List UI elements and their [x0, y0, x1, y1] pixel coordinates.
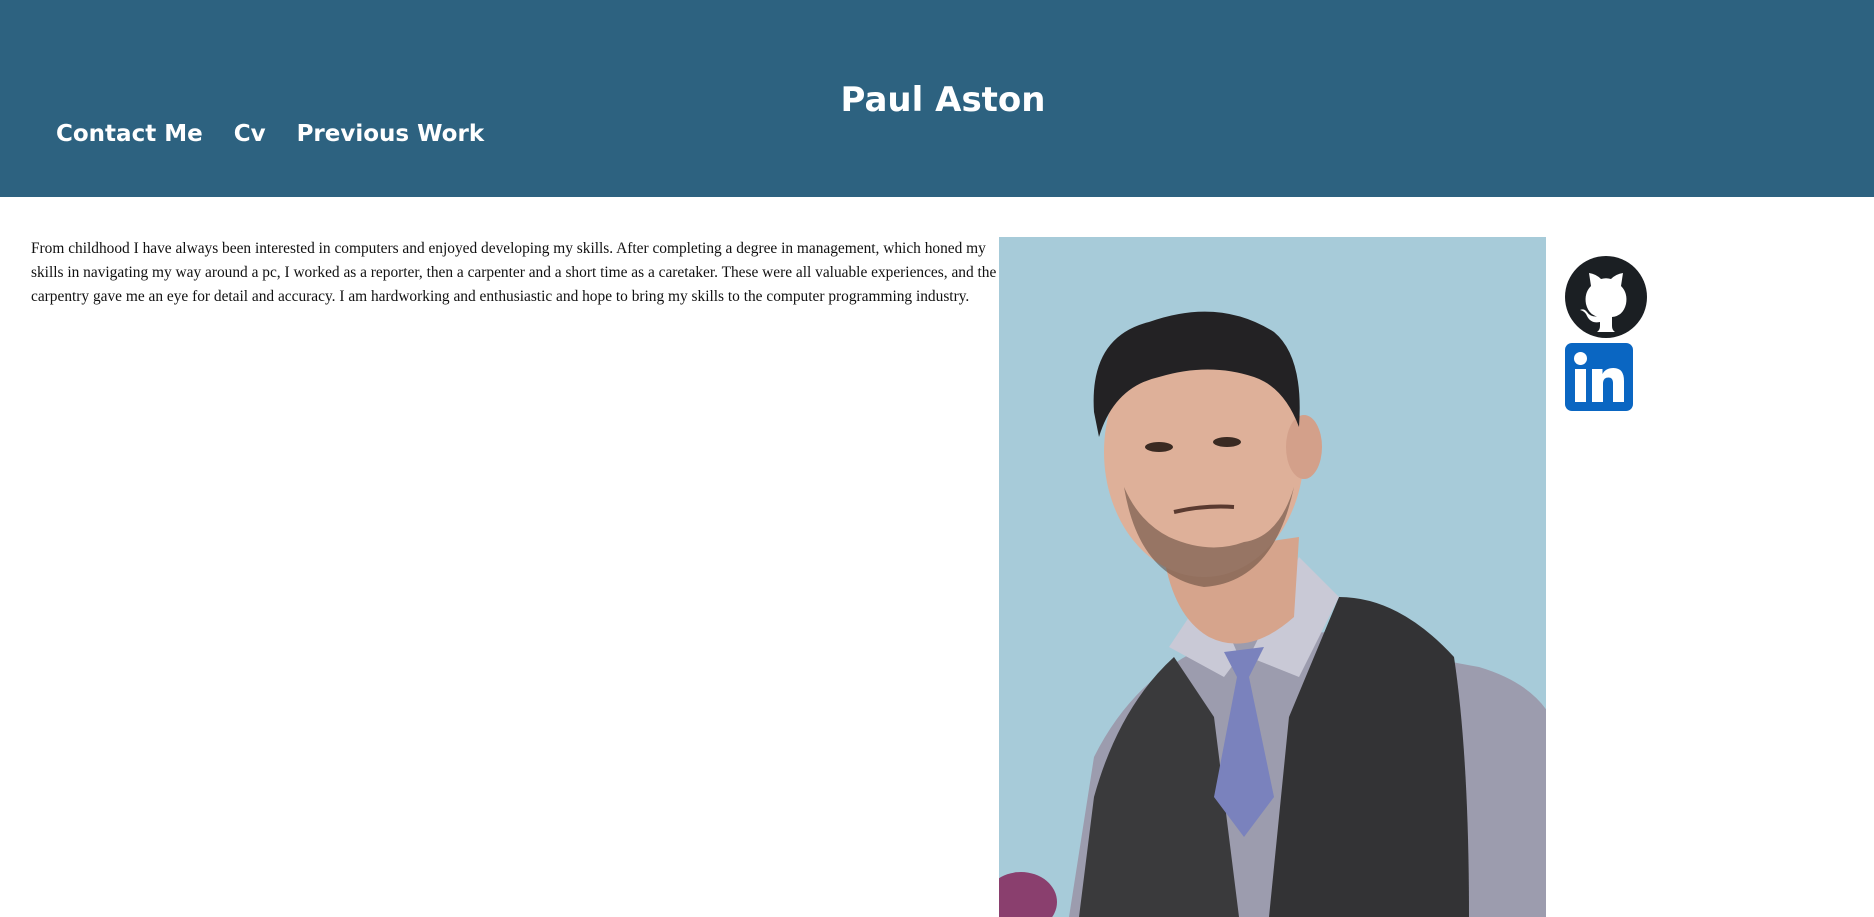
github-icon: [1565, 256, 1647, 338]
main-nav: Contact Me Cv Previous Work: [56, 117, 484, 151]
nav-link-previous-work[interactable]: Previous Work: [297, 117, 485, 151]
nav-link-cv[interactable]: Cv: [234, 117, 266, 151]
nav-link-contact-me[interactable]: Contact Me: [56, 117, 203, 151]
profile-photo: [999, 237, 1546, 917]
github-link[interactable]: [1565, 256, 1647, 338]
bio-paragraph: From childhood I have always been intere…: [31, 240, 997, 305]
linkedin-link[interactable]: [1565, 343, 1633, 411]
linkedin-icon: [1565, 343, 1633, 411]
site-header: Paul Aston Contact Me Cv Previous Work: [0, 0, 1874, 197]
